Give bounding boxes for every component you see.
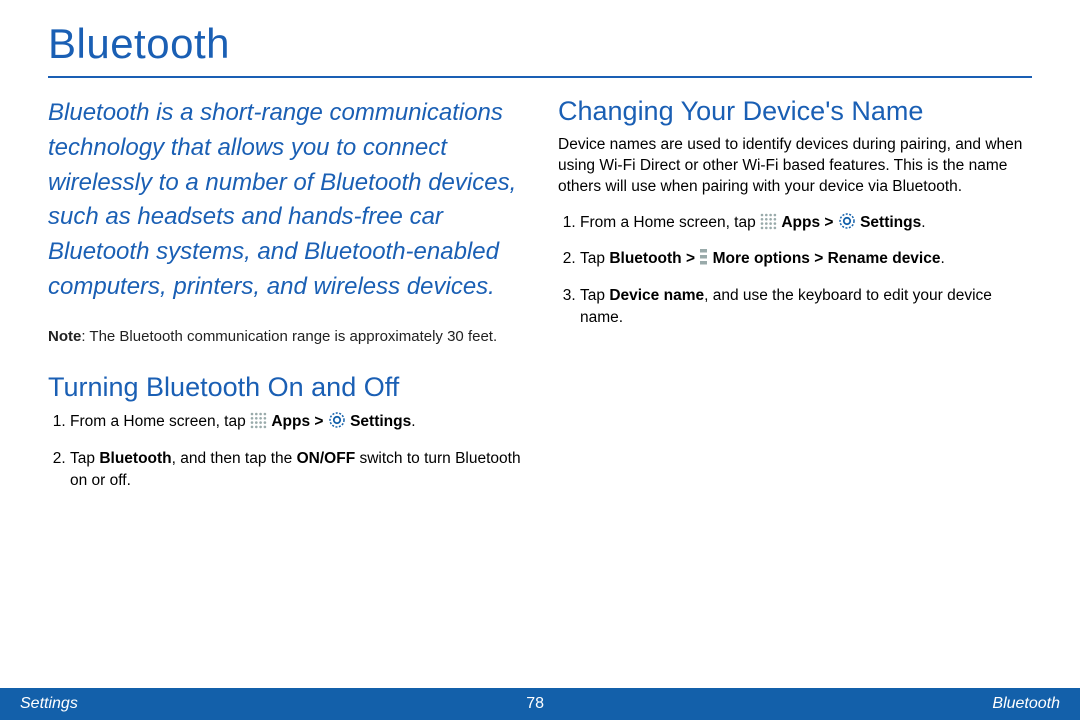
apps-label: Apps xyxy=(271,413,310,430)
step-2: Tap Bluetooth, and then tap the ON/OFF s… xyxy=(70,448,522,491)
c2a: Tap xyxy=(580,250,609,267)
gt-1: > xyxy=(310,413,328,430)
apps-grid-icon xyxy=(760,213,777,237)
settings-label: Settings xyxy=(350,413,411,430)
c3b: Device name xyxy=(609,287,704,304)
c1-post: . xyxy=(921,214,925,231)
c1-settings: Settings xyxy=(860,214,921,231)
c2c: > xyxy=(682,250,700,267)
step1-text: From a Home screen, tap xyxy=(70,413,250,430)
more-options-icon xyxy=(699,249,708,273)
c2f: Rename device xyxy=(828,250,941,267)
c1-gt: > xyxy=(820,214,838,231)
step1-post: . xyxy=(411,413,415,430)
c-step-1: From a Home screen, tap Apps > Sett xyxy=(580,212,1032,237)
apps-grid-icon xyxy=(250,412,267,436)
title-rule xyxy=(48,76,1032,78)
page-footer: Settings 78 Bluetooth xyxy=(0,688,1080,720)
page-title: Bluetooth xyxy=(48,20,1032,68)
two-columns: Bluetooth is a short-range communication… xyxy=(48,96,1032,503)
c1-apps: Apps xyxy=(781,214,820,231)
footer-right: Bluetooth xyxy=(992,695,1060,713)
settings-gear-icon xyxy=(328,411,346,436)
right-column: Changing Your Device's Name Device names… xyxy=(558,96,1032,503)
c-step-3: Tap Device name, and use the keyboard to… xyxy=(580,285,1032,328)
c1-pre: From a Home screen, tap xyxy=(580,214,760,231)
c2g: . xyxy=(940,250,944,267)
c3a: Tap xyxy=(580,287,609,304)
c2b: Bluetooth xyxy=(609,250,681,267)
note-label: Note xyxy=(48,328,81,345)
section-heading-changing: Changing Your Device's Name xyxy=(558,96,1032,127)
s2c: , and then tap the xyxy=(172,450,297,467)
footer-left: Settings xyxy=(20,695,78,713)
c2d: More options xyxy=(713,250,810,267)
section-heading-turning: Turning Bluetooth On and Off xyxy=(48,372,522,403)
steps-changing: From a Home screen, tap Apps > Sett xyxy=(558,212,1032,329)
s2a: Tap xyxy=(70,450,99,467)
step-1: From a Home screen, tap Apps > Sett xyxy=(70,411,522,436)
note-paragraph: Note: The Bluetooth communication range … xyxy=(48,327,522,347)
note-text: : The Bluetooth communication range is a… xyxy=(81,328,497,345)
s2d: ON/OFF xyxy=(297,450,356,467)
steps-turning: From a Home screen, tap Apps > Sett xyxy=(48,411,522,491)
manual-page: Bluetooth Bluetooth is a short-range com… xyxy=(0,0,1080,720)
changing-paragraph: Device names are used to identify device… xyxy=(558,135,1032,198)
c-step-2: Tap Bluetooth > More options > Rename de… xyxy=(580,248,1032,273)
settings-gear-icon xyxy=(838,212,856,237)
s2b: Bluetooth xyxy=(99,450,171,467)
left-column: Bluetooth is a short-range communication… xyxy=(48,96,522,503)
c2e: > xyxy=(810,250,828,267)
footer-page-number: 78 xyxy=(526,695,544,713)
intro-paragraph: Bluetooth is a short-range communication… xyxy=(48,96,522,305)
